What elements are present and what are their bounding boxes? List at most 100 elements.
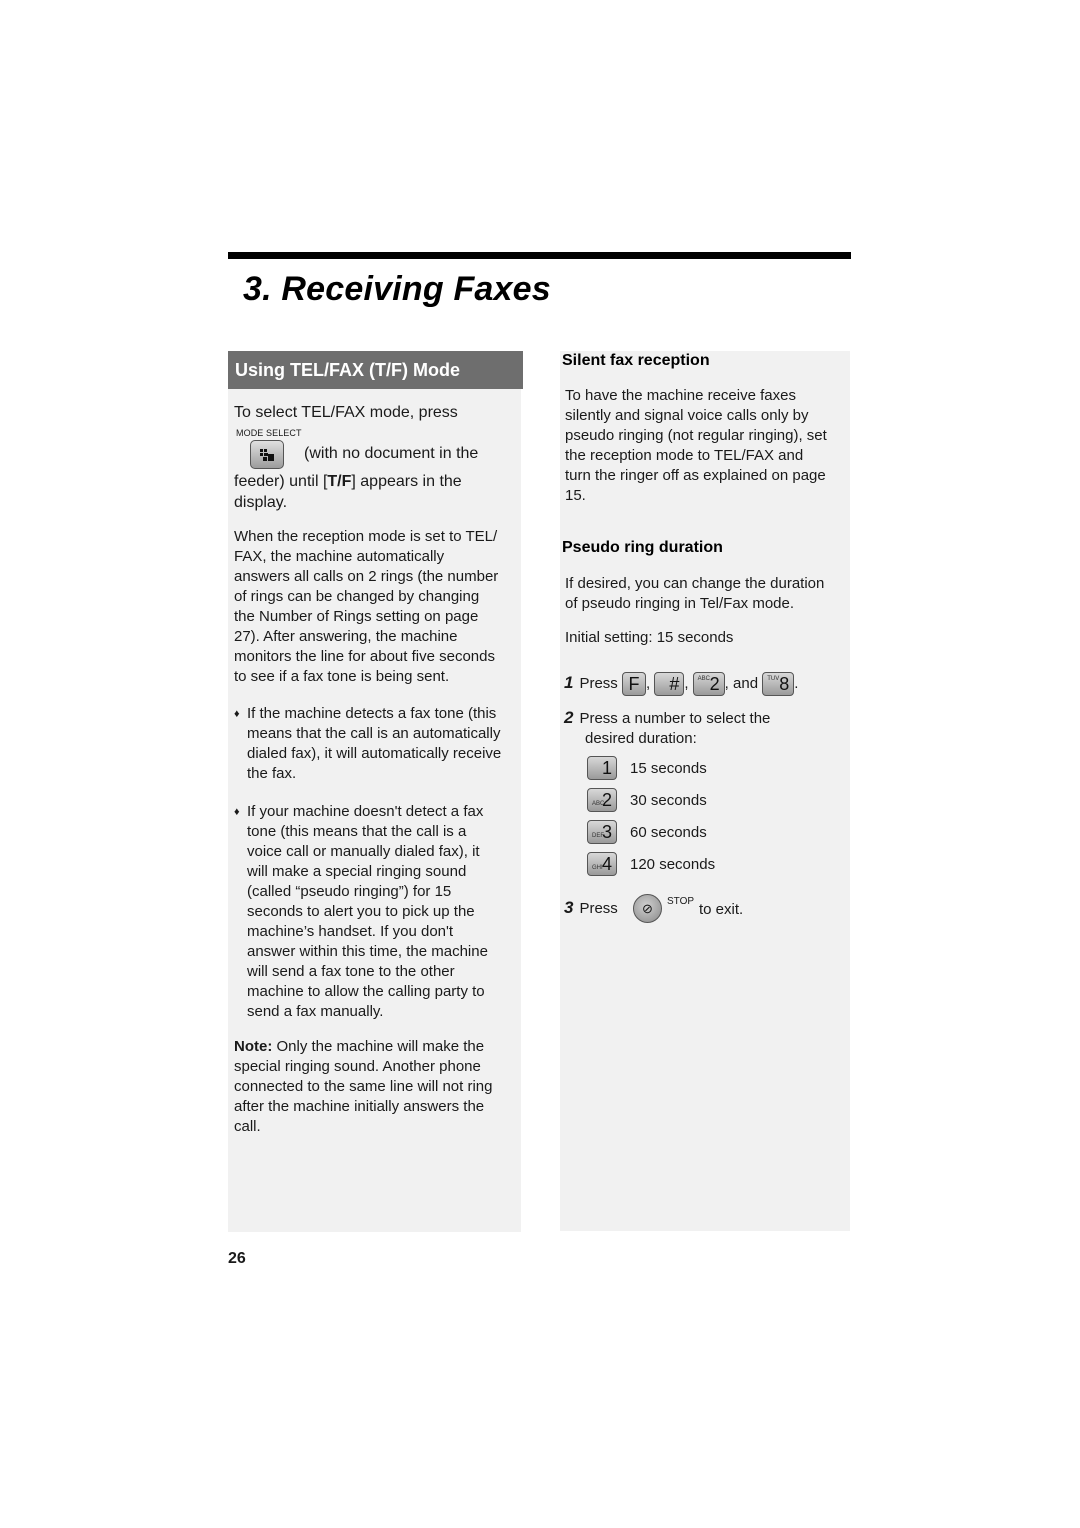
text-line: turn the ringer off as explained on page	[565, 467, 826, 484]
key-label: 8	[779, 674, 790, 695]
period: .	[794, 675, 799, 692]
text-line: answer within this time, the machine	[247, 943, 488, 960]
text-line: When the reception mode is set to TEL/	[234, 528, 498, 545]
key-8-icon: TUV 8	[762, 672, 795, 697]
text-line: send a fax manually.	[247, 1003, 384, 1020]
stop-key-icon: ⊘	[633, 894, 662, 923]
note-paragraph: Note: Only the machine will make the spe…	[234, 1037, 492, 1137]
key-sublabel: ABC	[697, 676, 711, 683]
bullet-fax-detected: ♦ If the machine detects a fax tone (thi…	[234, 704, 502, 784]
text-line: call.	[234, 1118, 261, 1135]
text-line: connected to the same line will not ring	[234, 1078, 493, 1095]
text-line: means that the call is an automatically	[247, 725, 501, 742]
reception-paragraph: When the reception mode is set to TEL/ F…	[234, 527, 498, 687]
text-line: machine to allow the calling party to	[247, 983, 485, 1000]
step-3: 3 Press	[564, 898, 618, 919]
silent-fax-paragraph: To have the machine receive faxes silent…	[565, 386, 827, 506]
page-number: 26	[228, 1250, 246, 1267]
bullet-no-fax-detected: ♦ If your machine doesn't detect a fax t…	[234, 802, 488, 1022]
chapter-title: 3. Receiving Faxes	[243, 270, 551, 308]
note-text: Only the machine will make the	[272, 1038, 485, 1055]
text-line: after the machine initially answers the	[234, 1098, 485, 1115]
key-label: F	[628, 674, 640, 695]
text-line: will send a fax tone to the other	[247, 963, 455, 980]
note-label: Note:	[234, 1038, 273, 1055]
key-label: 1	[601, 757, 612, 778]
text-line: to see if a fax tone is being sent.	[234, 668, 450, 685]
step-2: 2 Press a number to select the desired du…	[564, 708, 770, 749]
initial-setting: Initial setting: 15 seconds	[565, 629, 734, 646]
text-line: Note: Only the machine will make the	[234, 1037, 492, 1057]
section-title: Using TEL/FAX (T/F) Mode	[228, 351, 523, 389]
pseudo-ring-title: Pseudo ring duration	[562, 539, 723, 556]
option-60-seconds: 60 seconds	[630, 824, 707, 841]
key-label: #	[669, 674, 680, 695]
text-line: machine’s handset. If you don't	[247, 923, 454, 940]
text-line: special ringing sound. Another phone	[234, 1058, 481, 1075]
press-text: Press	[579, 900, 618, 917]
diamond-bullet-icon: ♦	[234, 708, 240, 720]
text-line: If your machine doesn't detect a fax	[247, 803, 484, 820]
key-4-icon: GHI 4	[587, 852, 617, 876]
key-sublabel: TUV	[767, 676, 780, 683]
key-sublabel: GHI	[592, 865, 603, 871]
text-line: will make a special ringing sound	[247, 863, 467, 880]
key-sublabel: DEF	[592, 833, 604, 839]
intro-line-3-pre: feeder) until [	[234, 473, 328, 490]
chapter-rule	[228, 252, 851, 259]
option-15-seconds: 15 seconds	[630, 760, 707, 777]
mode-select-label: MODE SELECT	[236, 428, 302, 438]
mode-select-key-icon	[250, 440, 284, 469]
separator: , and	[724, 675, 759, 692]
key-2-icon: ABC 2	[587, 788, 617, 812]
intro-line-1: To select TEL/FAX mode, press	[234, 404, 458, 421]
key-label: 4	[601, 853, 612, 874]
stop-label: STOP	[667, 896, 695, 907]
text-line: 27). After answering, the machine	[234, 628, 458, 645]
key-label: 3	[601, 821, 612, 842]
key-sublabel: ABC	[592, 801, 605, 807]
text-line: (called “pseudo ringing”) for 15	[247, 883, 452, 900]
intro-line-3: feeder) until [T/F] appears in the	[234, 471, 462, 492]
text-line: To have the machine receive faxes	[565, 387, 796, 404]
text-line: dialed fax), it will automatically recei…	[247, 745, 502, 762]
step-number: 3	[564, 898, 574, 917]
text-line: seconds to alert you to pick up the	[247, 903, 475, 920]
diamond-bullet-icon: ♦	[234, 806, 240, 818]
text-line: silently and signal voice calls only by	[565, 407, 809, 424]
text-line: If the machine detects a fax tone (this	[247, 705, 497, 722]
separator: ,	[645, 675, 651, 692]
text-line: FAX, the machine automatically	[234, 548, 445, 565]
pseudo-ring-paragraph: If desired, you can change the duration …	[565, 574, 824, 614]
text-line: of pseudo ringing in Tel/Fax mode.	[565, 595, 795, 612]
text-line: the Number of Rings setting on page	[234, 608, 479, 625]
intro-line-4: display.	[234, 494, 288, 511]
key-3-icon: DEF 3	[587, 820, 617, 844]
intro-line-2: (with no document in the	[304, 445, 479, 462]
text-line: answers all calls on 2 rings (the number	[234, 568, 499, 585]
key-2-icon: ABC 2	[692, 672, 725, 697]
key-label: 2	[709, 674, 720, 695]
option-120-seconds: 120 seconds	[630, 856, 716, 873]
tf-indicator: T/F	[327, 473, 352, 490]
text-line: the fax.	[247, 765, 297, 782]
key-1-icon: 1	[587, 756, 617, 780]
f-key-icon: F	[621, 672, 646, 697]
text-line: Press a number to select the	[579, 710, 771, 727]
text-line: tone (this means that the call is a	[247, 823, 467, 840]
key-label: 2	[601, 789, 612, 810]
text-line: 15.	[565, 487, 586, 504]
hash-key-icon: #	[654, 672, 685, 697]
text-line: voice call or manually dialed fax), it	[247, 843, 480, 860]
text-line: the reception mode to TEL/FAX and	[565, 447, 804, 464]
separator: ,	[684, 675, 689, 692]
press-text: Press	[579, 675, 618, 692]
stop-glyph: ⊘	[642, 900, 653, 916]
text-line: monitors the line for about five seconds	[234, 648, 495, 665]
text-line: If desired, you can change the duration	[565, 575, 825, 592]
intro-line-3-post: ] appears in the	[351, 473, 462, 490]
text-line: pseudo ringing (not regular ringing), se…	[565, 427, 827, 444]
step-1: 1 Press F, #, ABC 2, and TUV 8.	[564, 671, 799, 697]
option-30-seconds: 30 seconds	[630, 792, 707, 809]
silent-fax-title: Silent fax reception	[562, 352, 710, 369]
